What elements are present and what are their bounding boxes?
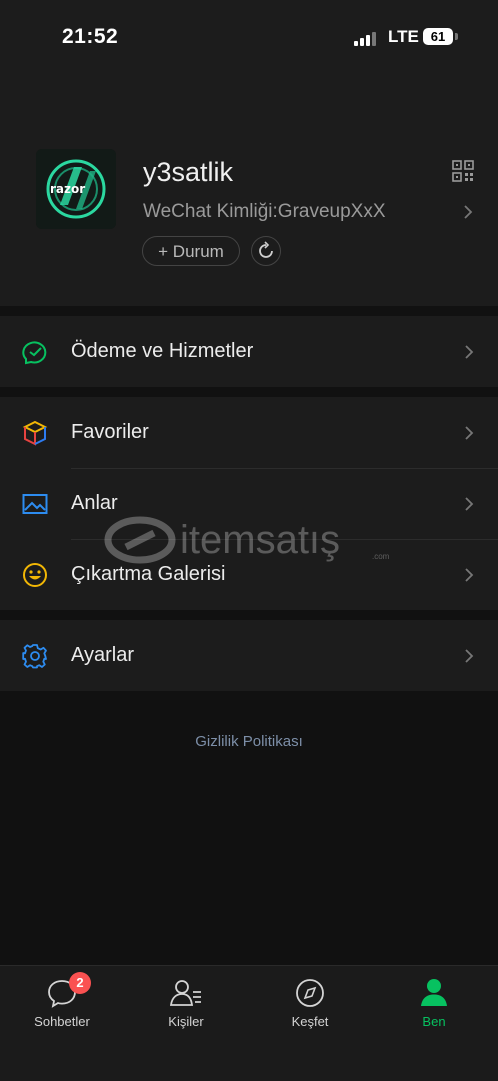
menu-label-favorites: Favoriler [71,421,149,443]
sticker-smile-icon [23,563,47,587]
avatar-text: razor [50,182,85,196]
wechat-id: WeChat Kimliği:GraveupXxX [143,201,386,222]
tab-discover[interactable]: Keşfet [260,978,360,1038]
gear-icon [22,644,47,669]
watermark-logo: itemsatış .com [104,515,394,565]
moments-image-icon [22,494,48,514]
network-type: LTE [388,27,419,46]
status-bar: 21:52 LTE 61 [0,0,498,70]
status-button[interactable]: + Durum [142,236,240,266]
status-time: 21:52 [62,25,119,48]
refresh-icon [259,241,273,258]
signal-icon [354,30,378,46]
menu-group-settings: Ayarlar [0,620,498,691]
menu-label-settings: Ayarlar [71,644,134,666]
tab-chats[interactable]: 2 Sohbetler [12,972,112,1038]
compass-icon [296,979,324,1007]
menu-group-payment: Ödeme ve Hizmetler [0,316,498,387]
tab-label-chats: Sohbetler [34,1014,90,1029]
chevron-right-icon [465,568,474,582]
unread-badge: 2 [69,972,91,994]
favorites-cube-icon [22,420,48,446]
menu-label-moments: Anlar [71,492,118,514]
chevron-right-icon [465,426,474,440]
profile-header[interactable]: razor y3satlik WeChat Kimliği:GraveupXxX… [0,70,498,306]
chevron-right-icon [465,345,474,359]
tab-me[interactable]: Ben [384,978,484,1038]
menu-label-payment: Ödeme ve Hizmetler [71,340,254,362]
tab-contacts[interactable]: Kişiler [136,978,236,1038]
battery-tip [455,33,458,40]
avatar[interactable]: razor [36,149,116,229]
tab-label-me: Ben [422,1014,446,1029]
tab-bar: 2 Sohbetler Kişiler Keşfet Ben [0,965,498,1081]
contacts-icon [169,980,201,1006]
menu-item-settings[interactable]: Ayarlar [0,620,498,691]
watermark-suffix: .com [372,552,390,561]
tab-label-discover: Keşfet [291,1014,329,1029]
payment-icon [22,341,47,365]
menu-group-content: Favoriler Anlar Çıkartma Galerisi [0,397,498,610]
menu-item-favorites[interactable]: Favoriler [0,397,498,468]
privacy-policy-link[interactable]: Gizlilik Politikası [0,733,498,750]
chevron-right-icon [464,205,473,219]
person-icon [421,979,447,1006]
qr-code-icon[interactable] [452,160,474,182]
tab-label-contacts: Kişiler [168,1014,204,1029]
watermark-text: itemsatış [180,518,340,562]
chevron-right-icon [465,649,474,663]
profile-name: y3satlik [143,157,234,187]
battery-icon: 61 [423,28,453,45]
menu-item-payment[interactable]: Ödeme ve Hizmetler [0,316,498,387]
menu-label-stickers: Çıkartma Galerisi [71,563,226,585]
refresh-status-button[interactable] [251,236,281,266]
chevron-right-icon [465,497,474,511]
